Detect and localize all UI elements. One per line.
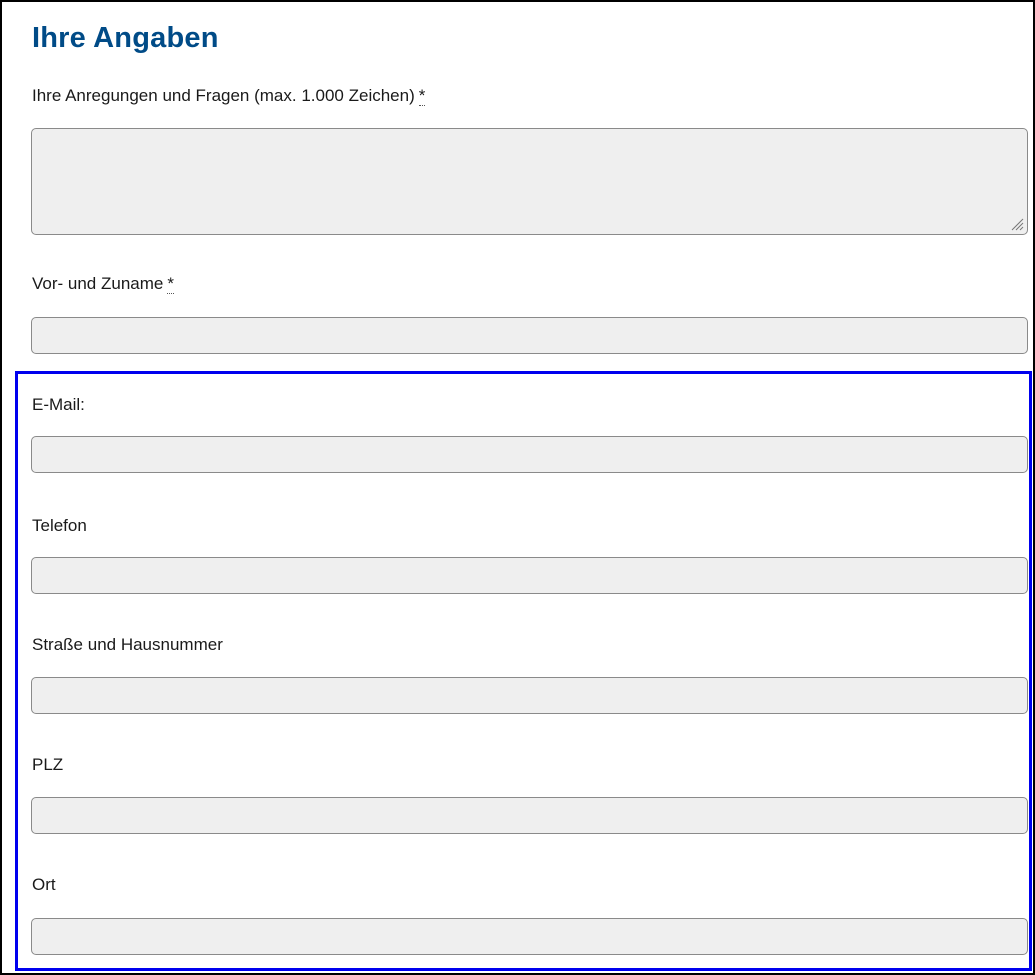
message-textarea[interactable] (31, 128, 1028, 235)
form-container: Ihre Angaben Ihre Anregungen und Fragen … (0, 0, 1035, 975)
message-label: Ihre Anregungen und Fragen (max. 1.000 Z… (32, 86, 426, 106)
message-label-text: Ihre Anregungen und Fragen (max. 1.000 Z… (32, 86, 415, 105)
required-marker: * (418, 86, 426, 106)
name-label: Vor- und Zuname * (32, 274, 174, 294)
required-marker: * (167, 274, 174, 294)
name-label-text: Vor- und Zuname (32, 274, 164, 293)
name-input[interactable] (31, 317, 1028, 354)
resize-grip-icon[interactable] (1010, 217, 1024, 231)
optional-fields-highlight (15, 371, 1032, 971)
form-title: Ihre Angaben (32, 22, 219, 54)
